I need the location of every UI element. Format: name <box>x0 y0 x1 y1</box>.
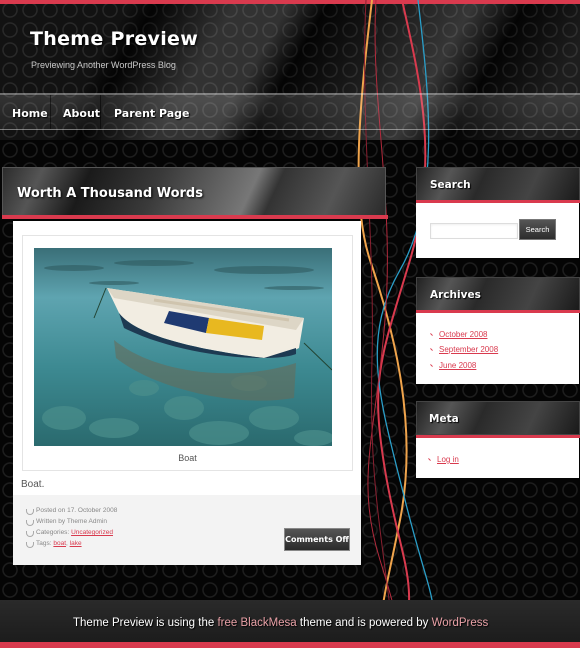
site-description: Previewing Another WordPress Blog <box>31 60 176 70</box>
search-widget: Search <box>416 203 579 258</box>
comments-off-button[interactable]: Comments Off <box>284 528 350 551</box>
footer-accent-bar <box>0 642 580 648</box>
nav-item-parent-page[interactable]: Parent Page <box>114 107 190 120</box>
site-title[interactable]: Theme Preview <box>30 28 198 50</box>
post-header: Worth A Thousand Words <box>2 167 386 216</box>
nav-item-about[interactable]: About <box>63 107 100 120</box>
image-caption: Boat <box>178 453 197 463</box>
post-date: Posted on 17. October 2008 <box>36 507 118 514</box>
meta-widget: Log in <box>416 438 579 478</box>
bullet-icon <box>430 364 433 368</box>
category-link[interactable]: Uncategorized <box>71 529 113 536</box>
categories-label: Categories: <box>36 529 70 536</box>
archives-widget: October 2008 September 2008 June 2008 <box>416 313 579 384</box>
meta-widget-header: Meta <box>416 401 580 435</box>
top-accent-bar <box>0 0 580 4</box>
post-content: Boat Boat. <box>13 221 361 495</box>
bullet-icon <box>428 458 431 462</box>
footer-text: theme and is powered by <box>296 617 432 629</box>
archive-link-june-2008[interactable]: June 2008 <box>439 361 476 370</box>
footer-text: Theme Preview is using the <box>73 617 218 629</box>
footer-credits: Theme Preview is using the free BlackMes… <box>73 617 488 629</box>
footer: Theme Preview is using the free BlackMes… <box>0 600 580 642</box>
nav-separator <box>100 95 101 129</box>
archive-link-october-2008[interactable]: October 2008 <box>439 330 487 339</box>
tag-link[interactable]: boat <box>53 540 66 547</box>
search-input[interactable] <box>430 223 518 239</box>
tag-icon <box>26 542 34 548</box>
meta-widget-title: Meta <box>429 413 459 425</box>
wordpress-link[interactable]: WordPress <box>432 617 489 629</box>
image-figure: Boat <box>22 235 353 471</box>
theme-link[interactable]: free BlackMesa <box>217 617 296 629</box>
post-categories: Categories: Uncategorized <box>36 529 113 536</box>
main-navigation: Home About Parent Page <box>0 93 580 130</box>
post-author: Written by Theme Admin <box>36 518 107 525</box>
bullet-icon <box>430 348 433 352</box>
archive-item: September 2008 <box>430 345 498 354</box>
tags-label: Tags: <box>36 540 52 547</box>
post-excerpt: Boat. <box>21 479 45 490</box>
folder-icon <box>26 531 34 537</box>
login-link[interactable]: Log in <box>437 455 459 464</box>
archives-widget-title: Archives <box>430 289 481 301</box>
search-widget-header: Search <box>416 167 580 201</box>
post-tags: Tags: boat, lake <box>36 540 82 547</box>
tag-link[interactable]: lake <box>70 540 82 547</box>
bullet-icon <box>430 333 433 337</box>
nav-separator <box>50 95 51 129</box>
archive-item: October 2008 <box>430 330 487 339</box>
author-icon <box>26 520 34 526</box>
search-widget-title: Search <box>430 179 471 191</box>
boat-photo[interactable] <box>34 248 332 446</box>
post-header-accent <box>2 215 388 219</box>
clock-icon <box>26 509 34 515</box>
archives-widget-header: Archives <box>416 277 580 311</box>
post-title[interactable]: Worth A Thousand Words <box>17 186 203 201</box>
archive-item: June 2008 <box>430 361 476 370</box>
search-button[interactable]: Search <box>519 219 556 240</box>
archive-link-september-2008[interactable]: September 2008 <box>439 345 498 354</box>
meta-item: Log in <box>428 455 459 464</box>
nav-item-home[interactable]: Home <box>12 107 48 120</box>
